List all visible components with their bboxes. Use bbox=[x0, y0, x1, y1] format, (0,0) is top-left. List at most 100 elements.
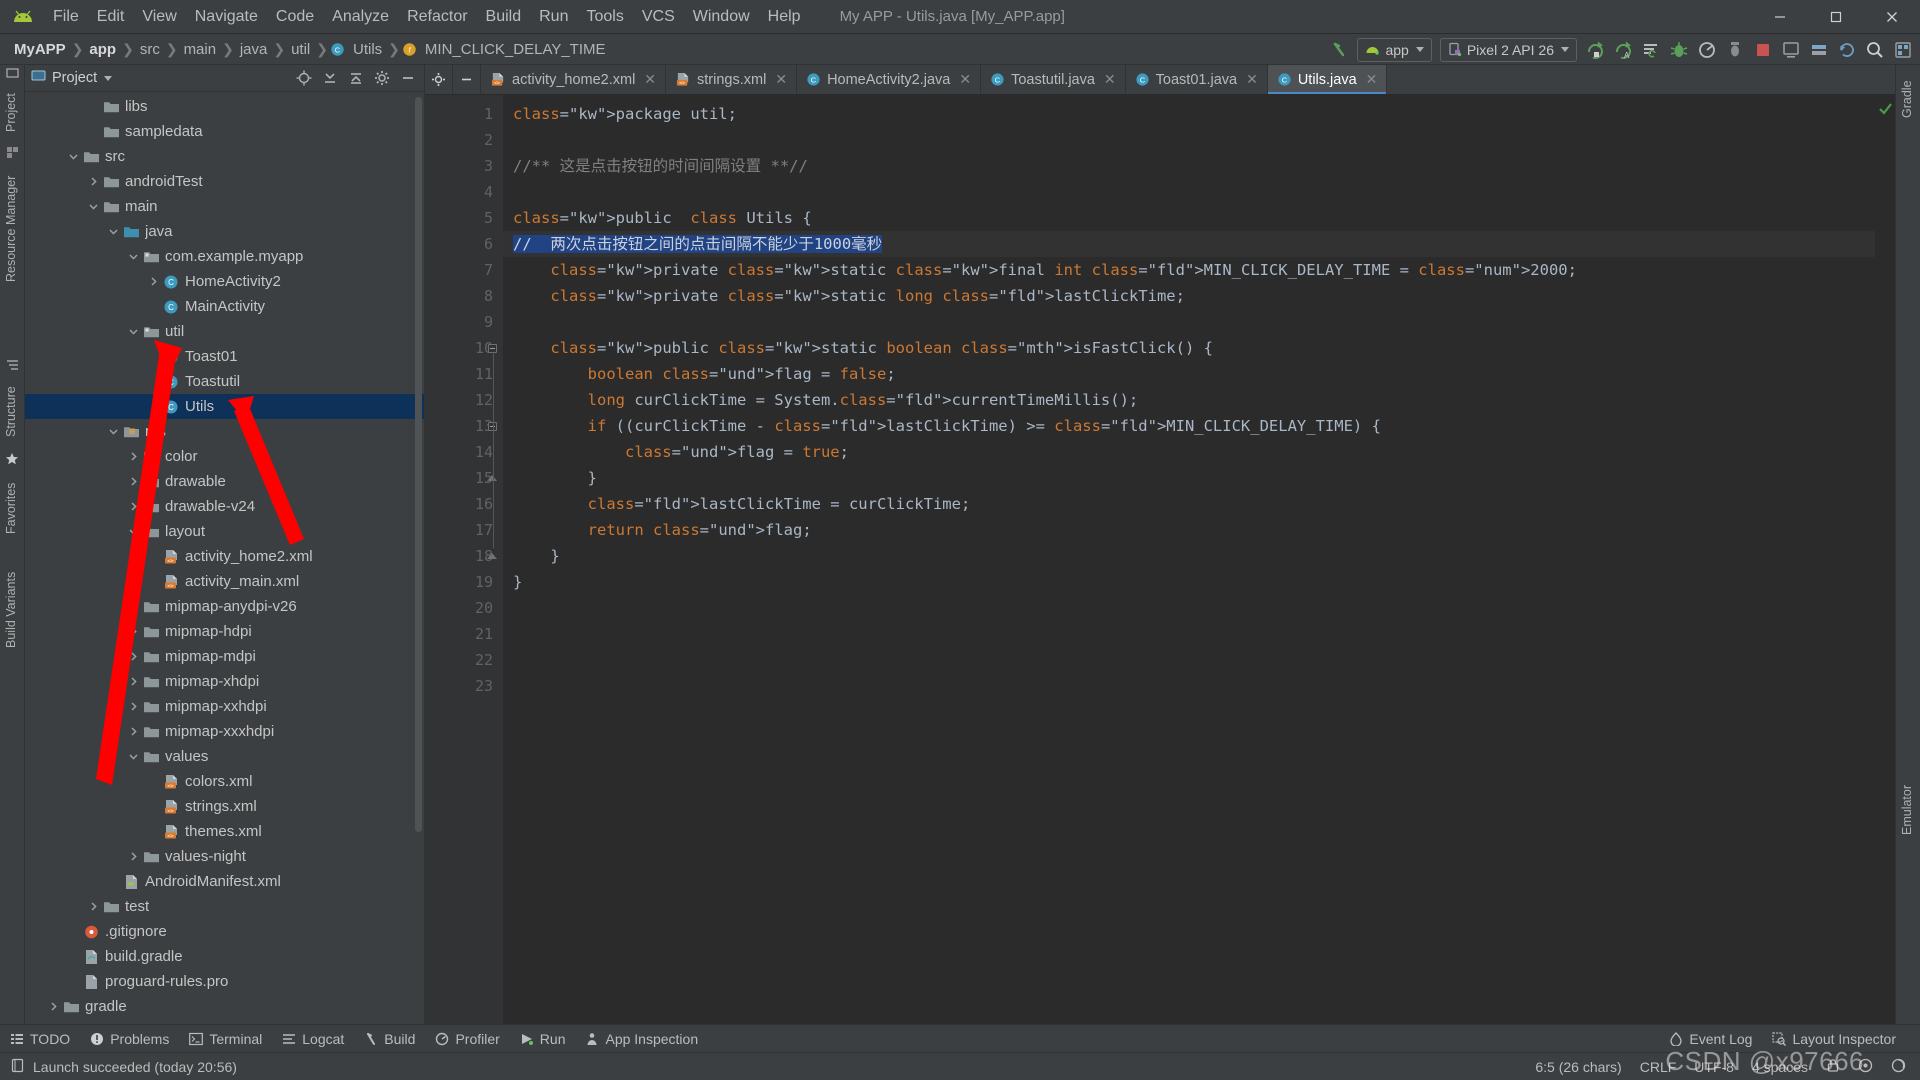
editor-tab-strings-xml[interactable]: <> strings.xml ✕ bbox=[666, 65, 798, 94]
sync-gradle-icon[interactable] bbox=[1834, 37, 1860, 63]
menu-build[interactable]: Build bbox=[477, 5, 531, 29]
editor-tab-toast01-java[interactable]: C Toast01.java ✕ bbox=[1126, 65, 1268, 94]
tree-item-util[interactable]: util bbox=[25, 319, 424, 344]
sidebar-item-resource-manager[interactable]: Resource Manager bbox=[0, 164, 22, 294]
tree-item-themes-xml[interactable]: <> themes.xml bbox=[25, 819, 424, 844]
tree-item-values-night[interactable]: values-night bbox=[25, 844, 424, 869]
sidebar-item-structure[interactable]: Structure bbox=[0, 377, 22, 447]
tree-item-mipmap-hdpi[interactable]: mipmap-hdpi bbox=[25, 619, 424, 644]
code-line[interactable] bbox=[503, 179, 1875, 205]
chevron-right-icon[interactable] bbox=[125, 501, 141, 512]
caret-position[interactable]: 6:5 (26 chars) bbox=[1535, 1059, 1621, 1075]
apply-changes-icon[interactable] bbox=[1638, 37, 1664, 63]
tree-item--gitignore[interactable]: .gitignore bbox=[25, 919, 424, 944]
tree-item-homeactivity2[interactable]: C HomeActivity2 bbox=[25, 269, 424, 294]
chevron-down-icon[interactable] bbox=[125, 526, 141, 537]
chevron-right-icon[interactable] bbox=[85, 176, 101, 187]
chevron-down-icon[interactable] bbox=[104, 75, 113, 81]
menu-view[interactable]: View bbox=[133, 5, 185, 29]
tool-window-layout-inspector[interactable]: Layout Inspector bbox=[1762, 1029, 1906, 1049]
close-icon[interactable]: ✕ bbox=[644, 71, 656, 88]
editor-tabs-hide-button[interactable] bbox=[453, 65, 481, 94]
tree-item-androidmanifest-xml[interactable]: AndroidManifest.xml bbox=[25, 869, 424, 894]
menu-refactor[interactable]: Refactor bbox=[398, 5, 476, 29]
sdk-manager-icon[interactable] bbox=[1806, 37, 1832, 63]
tree-item-build-gradle[interactable]: build.gradle bbox=[25, 944, 424, 969]
close-icon[interactable]: ✕ bbox=[1366, 71, 1378, 88]
code-line[interactable]: } bbox=[503, 543, 1875, 569]
chevron-down-icon[interactable] bbox=[105, 226, 121, 237]
code-line[interactable]: class="kw">package util; bbox=[503, 101, 1875, 127]
run-icon[interactable] bbox=[1582, 37, 1608, 63]
editor-tab-toastutil-java[interactable]: C Toastutil.java ✕ bbox=[981, 65, 1126, 94]
editor-tab-homeactivity2-java[interactable]: C HomeActivity2.java ✕ bbox=[797, 65, 982, 94]
tool-window-run[interactable]: Run bbox=[510, 1029, 576, 1049]
tree-item-utils[interactable]: C Utils bbox=[25, 394, 424, 419]
chevron-right-icon[interactable] bbox=[125, 676, 141, 687]
editor-code-area[interactable]: class="kw">package util; //** 这是点击按钮的时间间… bbox=[503, 95, 1875, 1024]
collapse-all-icon[interactable] bbox=[346, 68, 366, 88]
chevron-right-icon[interactable] bbox=[125, 476, 141, 487]
tree-item-proguard-rules-pro[interactable]: proguard-rules.pro bbox=[25, 969, 424, 994]
project-tree-scrollbar[interactable] bbox=[415, 97, 422, 832]
tree-item-gradle[interactable]: gradle bbox=[25, 994, 424, 1019]
menu-vcs[interactable]: VCS bbox=[633, 5, 684, 29]
tree-item-toastutil[interactable]: C Toastutil bbox=[25, 369, 424, 394]
code-line[interactable]: } bbox=[503, 569, 1875, 595]
chevron-right-icon[interactable] bbox=[145, 276, 161, 287]
chevron-right-icon[interactable] bbox=[125, 651, 141, 662]
menu-file[interactable]: File bbox=[44, 5, 88, 29]
tree-item-mipmap-anydpi-v26[interactable]: mipmap-anydpi-v26 bbox=[25, 594, 424, 619]
device-selector[interactable]: Pixel 2 API 26 bbox=[1439, 37, 1577, 62]
tree-item-drawable[interactable]: drawable bbox=[25, 469, 424, 494]
code-line[interactable] bbox=[503, 621, 1875, 647]
code-line[interactable]: class="kw">public class="kw">static bool… bbox=[503, 335, 1875, 361]
tree-item-drawable-v24[interactable]: drawable-v24 bbox=[25, 494, 424, 519]
chevron-down-icon[interactable] bbox=[125, 326, 141, 337]
menu-window[interactable]: Window bbox=[684, 5, 759, 29]
project-tree[interactable]: libs sampledata src androidTest main java com.… bbox=[25, 92, 424, 1024]
code-line[interactable] bbox=[503, 127, 1875, 153]
breadcrumb-item-util[interactable]: util bbox=[287, 39, 314, 60]
code-line[interactable] bbox=[503, 647, 1875, 673]
attach-debugger-icon[interactable] bbox=[1722, 37, 1748, 63]
tree-item-mipmap-xxhdpi[interactable]: mipmap-xxhdpi bbox=[25, 694, 424, 719]
tree-item-color[interactable]: color bbox=[25, 444, 424, 469]
code-line[interactable]: class="und">flag = true; bbox=[503, 439, 1875, 465]
chevron-right-icon[interactable] bbox=[125, 726, 141, 737]
build-hammer-icon[interactable] bbox=[1326, 37, 1352, 63]
code-line[interactable]: //** 这是点击按钮的时间间隔设置 **// bbox=[503, 153, 1875, 179]
tree-item-main[interactable]: main bbox=[25, 194, 424, 219]
close-icon[interactable]: ✕ bbox=[959, 71, 971, 88]
chevron-right-icon[interactable] bbox=[125, 451, 141, 462]
editor-tab-activity-home2-xml[interactable]: <> activity_home2.xml ✕ bbox=[481, 65, 667, 94]
avd-manager-icon[interactable] bbox=[1778, 37, 1804, 63]
code-line[interactable] bbox=[503, 595, 1875, 621]
indent-setting[interactable]: 4 spaces bbox=[1752, 1059, 1808, 1075]
code-editor[interactable]: 1 2 3 4 5 6 7 8 9 10 11 12 13 14 15 16 17 18 19 20 21 22 23 cl… bbox=[425, 95, 1895, 1024]
editor-tab-home-button[interactable] bbox=[425, 65, 453, 94]
chevron-down-icon[interactable] bbox=[85, 201, 101, 212]
menu-help[interactable]: Help bbox=[759, 5, 810, 29]
menu-code[interactable]: Code bbox=[267, 5, 323, 29]
tool-window-problems[interactable]: Problems bbox=[80, 1029, 179, 1049]
close-button[interactable] bbox=[1864, 0, 1920, 34]
search-everywhere-icon[interactable] bbox=[1862, 37, 1888, 63]
code-line[interactable]: boolean class="und">flag = false; bbox=[503, 361, 1875, 387]
breadcrumb-item-main[interactable]: main bbox=[180, 39, 221, 60]
maximize-button[interactable] bbox=[1808, 0, 1864, 34]
notifications-icon[interactable] bbox=[1858, 1058, 1873, 1076]
tree-item-values[interactable]: values bbox=[25, 744, 424, 769]
minimize-button[interactable] bbox=[1752, 0, 1808, 34]
code-line[interactable]: } bbox=[503, 465, 1875, 491]
tool-window-event-log[interactable]: Event Log bbox=[1659, 1029, 1762, 1049]
code-line[interactable]: if ((curClickTime - class="fld">lastClic… bbox=[503, 413, 1875, 439]
tree-item-mipmap-mdpi[interactable]: mipmap-mdpi bbox=[25, 644, 424, 669]
menu-edit[interactable]: Edit bbox=[88, 5, 134, 29]
tool-window-todo[interactable]: TODO bbox=[0, 1029, 80, 1049]
menu-run[interactable]: Run bbox=[530, 5, 577, 29]
chevron-right-icon[interactable] bbox=[125, 701, 141, 712]
breadcrumb-item-field[interactable]: MIN_CLICK_DELAY_TIME bbox=[421, 39, 610, 60]
breadcrumb-item-project[interactable]: MyAPP bbox=[10, 39, 70, 60]
profile-icon[interactable] bbox=[1694, 37, 1720, 63]
